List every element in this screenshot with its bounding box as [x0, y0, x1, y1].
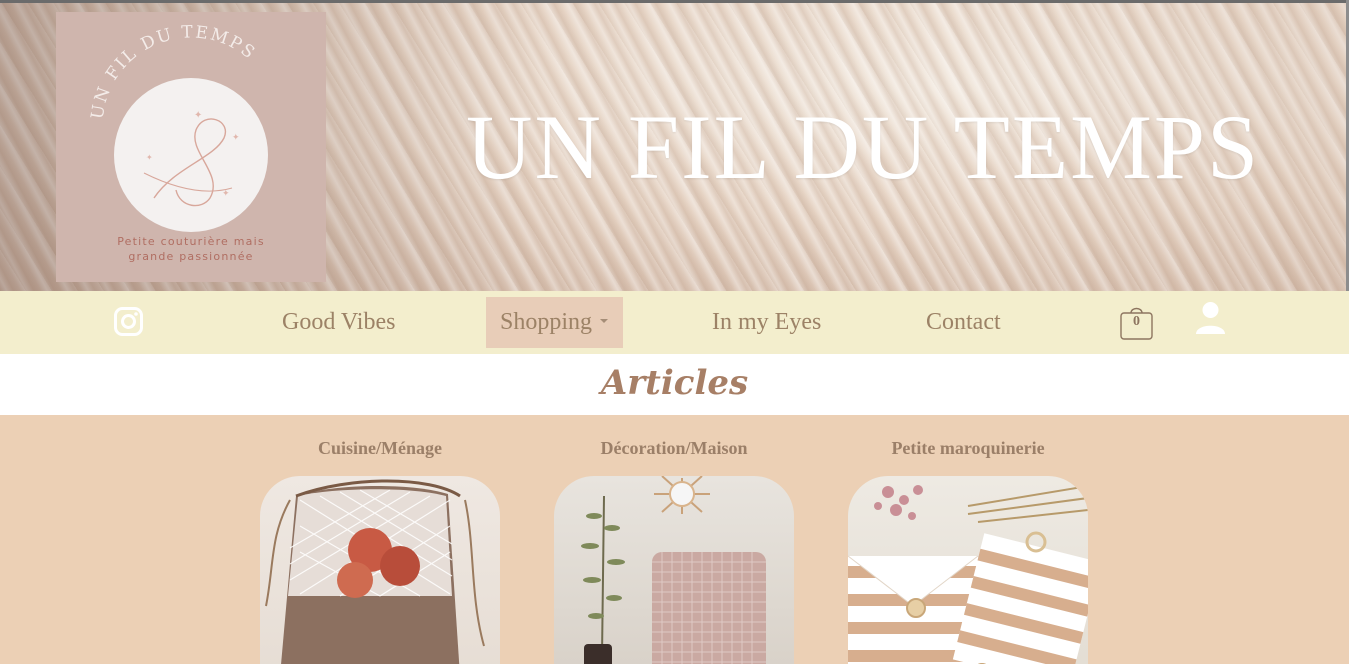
nav-item-shopping-label: Shopping — [500, 309, 593, 335]
nav-item-contact[interactable]: Contact — [926, 291, 1001, 354]
cart-button[interactable]: 0 — [1120, 304, 1153, 340]
chevron-down-icon — [600, 319, 609, 324]
brand-logo[interactable]: UN FIL DU TEMPS ✦ ✦ ✦ ✦ Petite couturièr… — [56, 12, 326, 282]
category-card-maroquinerie[interactable]: Petite maroquinerie — [848, 438, 1088, 664]
nav-item-shopping[interactable]: Shopping — [500, 291, 609, 354]
articles-title: Articles — [600, 363, 749, 403]
browser-top-edge — [0, 0, 1349, 3]
logo-emblem: ✦ ✦ ✦ ✦ — [114, 78, 268, 232]
svg-text:✦: ✦ — [194, 110, 202, 121]
thread-needle-icon: ✦ ✦ ✦ ✦ — [143, 110, 240, 207]
articles-header: Articles — [0, 354, 1349, 415]
svg-text:✦: ✦ — [222, 188, 230, 198]
category-title[interactable]: Petite maroquinerie — [848, 438, 1088, 464]
svg-text:✦: ✦ — [232, 132, 240, 142]
user-icon[interactable] — [1195, 301, 1226, 335]
cart-count: 0 — [1133, 314, 1140, 329]
category-image-maroquinerie[interactable] — [848, 476, 1088, 664]
instagram-icon[interactable] — [113, 306, 144, 337]
category-card-cuisine[interactable]: Cuisine/Ménage — [260, 438, 500, 664]
main-nav: Good Vibes Shopping In my Eyes Contact 0 — [0, 291, 1349, 354]
hero-banner: UN FIL DU TEMPS ✦ ✦ ✦ ✦ Petite couturièr… — [0, 0, 1349, 291]
nav-item-in-my-eyes[interactable]: In my Eyes — [712, 291, 821, 354]
category-title[interactable]: Cuisine/Ménage — [260, 438, 500, 464]
nav-item-good-vibes[interactable]: Good Vibes — [282, 291, 395, 354]
svg-text:✦: ✦ — [146, 153, 153, 162]
logo-tagline: Petite couturière mais grande passionnée — [117, 235, 265, 263]
category-card-decoration[interactable]: Décoration/Maison — [554, 438, 794, 664]
site-title: UN FIL DU TEMPS — [466, 96, 1261, 198]
category-title[interactable]: Décoration/Maison — [554, 438, 794, 464]
category-image-cuisine[interactable] — [260, 476, 500, 664]
category-image-decoration[interactable] — [554, 476, 794, 664]
